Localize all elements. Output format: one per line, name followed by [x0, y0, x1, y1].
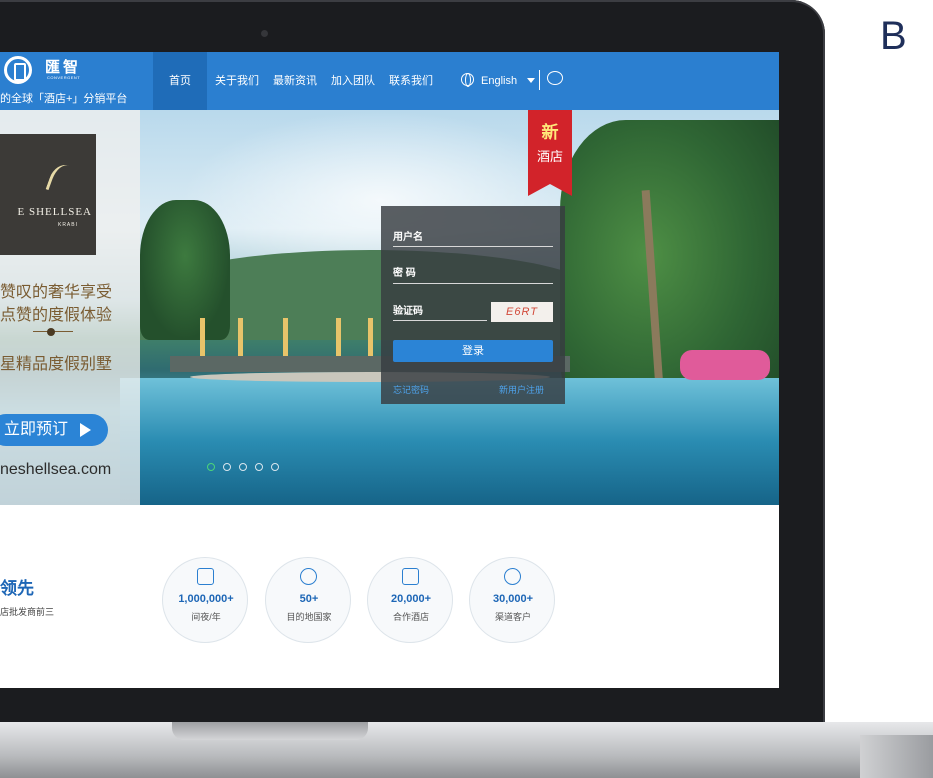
slider-dot[interactable] — [239, 463, 247, 471]
globe-icon[interactable] — [461, 73, 474, 87]
captcha-field[interactable] — [393, 320, 487, 321]
slider-dot[interactable] — [207, 463, 215, 471]
hotel-brand: E SHELLSEA — [17, 206, 92, 218]
slider-dot[interactable] — [271, 463, 279, 471]
logo-subtitle: CONVERGENT — [47, 75, 81, 80]
stat-label: 合作酒店 — [392, 612, 429, 622]
stat-room-nights: 1,000,000+ 间夜/年 — [162, 557, 248, 643]
weibo-icon[interactable] — [547, 71, 563, 85]
hero-umbrella — [368, 318, 373, 358]
username-field[interactable] — [393, 246, 553, 247]
nav-divider — [539, 70, 540, 90]
nav-news[interactable]: 最新资讯 — [273, 52, 317, 110]
captcha-label: 验证码 — [393, 306, 423, 317]
password-field[interactable] — [393, 283, 553, 284]
logo-icon[interactable] — [4, 56, 32, 84]
hero-pink-float — [680, 350, 770, 380]
nav-home[interactable]: 首页 — [153, 52, 207, 110]
register-link[interactable]: 新用户注册 — [499, 383, 544, 396]
website-screen: 匯智 CONVERGENT 的全球「酒店+」分销平台 首页 关于我们 最新资讯 … — [0, 52, 779, 688]
login-button[interactable]: 登录 — [393, 340, 553, 362]
promo-panel: E SHELLSEA KRABI 赞叹的奢华享受 点赞的度假体验 星精品度假别墅… — [0, 110, 140, 505]
ribbon-hotel: 酒店 — [536, 149, 563, 164]
ribbon-new: 新 — [541, 123, 559, 142]
promo-line-3: 星精品度假别墅 — [0, 356, 113, 373]
stat-value: 1,000,000+ — [178, 593, 234, 605]
stat-label: 间夜/年 — [191, 612, 221, 622]
promo-divider — [33, 328, 73, 336]
users-icon — [504, 568, 521, 585]
laptop-base-notch — [172, 722, 368, 740]
stat-label: 目的地国家 — [286, 612, 332, 622]
hero-banner: E SHELLSEA KRABI 赞叹的奢华享受 点赞的度假体验 星精品度假别墅… — [0, 110, 779, 505]
hotel-url[interactable]: neshellsea.com — [0, 461, 111, 479]
nav-contact[interactable]: 联系我们 — [389, 52, 433, 110]
play-arrow-icon — [80, 423, 91, 437]
globe-icon — [300, 568, 317, 585]
stat-clients: 30,000+ 渠道客户 — [469, 557, 555, 643]
feather-icon — [45, 160, 78, 198]
slider-dot[interactable] — [255, 463, 263, 471]
stat-countries: 50+ 目的地国家 — [265, 557, 351, 643]
bed-icon — [197, 568, 214, 585]
stat-hotels: 20,000+ 合作酒店 — [367, 557, 453, 643]
hero-umbrella — [336, 318, 341, 358]
chevron-down-icon[interactable] — [527, 78, 535, 83]
stat-label: 渠道客户 — [494, 612, 531, 622]
new-hotel-ribbon: 新 酒店 — [528, 110, 572, 196]
promo-line-1: 赞叹的奢华享受 — [0, 284, 113, 301]
building-icon — [402, 568, 419, 585]
laptop-base-edge — [860, 735, 933, 778]
stat-value: 20,000+ — [390, 593, 432, 605]
hero-trees-left — [140, 200, 230, 340]
slider-dot[interactable] — [223, 463, 231, 471]
hotel-brand-location: KRABI — [57, 222, 78, 228]
username-label: 用户名 — [393, 232, 423, 243]
login-form: 用户名 密 码 验证码 E6RT 登录 忘记密码 新用户注册 — [381, 206, 565, 404]
book-now-label: 立即预订 — [4, 421, 69, 438]
password-label: 密 码 — [393, 268, 416, 279]
forgot-password-link[interactable]: 忘记密码 — [393, 383, 429, 396]
lead-title: 领先 — [0, 579, 34, 598]
nav-join[interactable]: 加入团队 — [331, 52, 375, 110]
captcha-image[interactable]: E6RT — [491, 302, 553, 322]
stat-value: 30,000+ — [492, 593, 534, 605]
hotel-logo: E SHELLSEA KRABI — [0, 134, 96, 255]
nav-about[interactable]: 关于我们 — [215, 52, 259, 110]
stat-value: 50+ — [299, 593, 319, 605]
hero-umbrella — [238, 318, 243, 358]
site-slogan: 的全球「酒店+」分销平台 — [0, 93, 128, 105]
laptop-base — [0, 722, 933, 778]
language-select[interactable]: English — [481, 52, 517, 110]
promo-line-2: 点赞的度假体验 — [0, 307, 113, 324]
hero-umbrella — [200, 318, 205, 358]
laptop-camera — [261, 30, 268, 37]
logo-name[interactable]: 匯智 — [45, 56, 81, 77]
top-navigation: 匯智 CONVERGENT 的全球「酒店+」分销平台 首页 关于我们 最新资讯 … — [0, 52, 779, 110]
hero-umbrella — [283, 318, 288, 358]
lead-subtitle: 店批发商前三 — [0, 607, 55, 617]
corner-brand-text: B — [880, 14, 909, 58]
book-now-button[interactable]: 立即预订 — [0, 414, 108, 446]
